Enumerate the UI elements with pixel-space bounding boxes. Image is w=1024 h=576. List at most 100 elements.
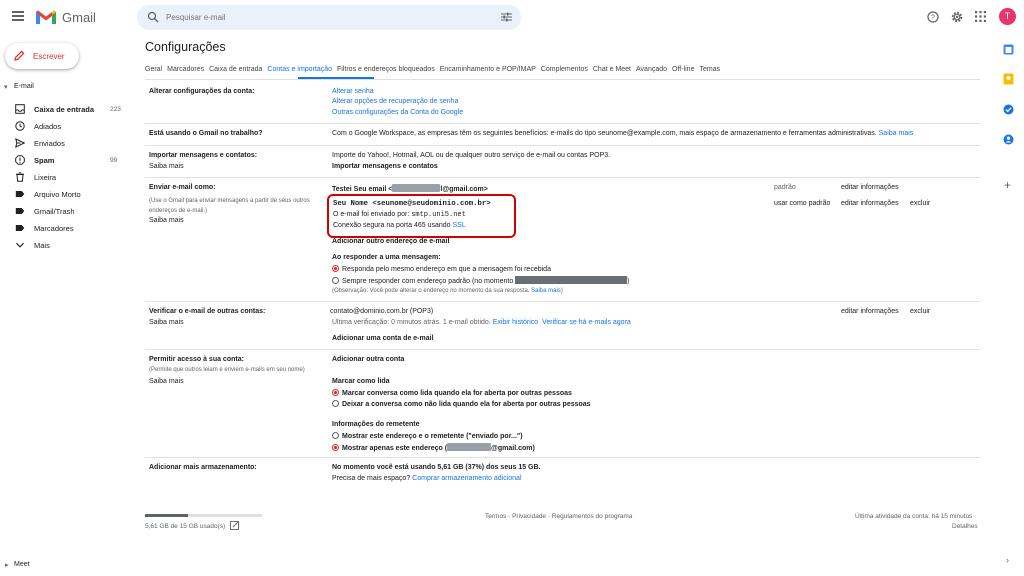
open-external-icon[interactable] — [230, 521, 239, 530]
email-section-label[interactable]: E-mail — [14, 83, 34, 90]
show-only-address-option[interactable]: Mostrar apenas este endereço (@gmail.com… — [332, 443, 535, 452]
clock-icon — [15, 121, 25, 133]
view-history-link[interactable]: Exibir histórico — [493, 319, 539, 326]
sidebar-item-caixa-de-entrada[interactable]: Caixa de entrada 223 — [0, 103, 128, 119]
add-mail-account-link[interactable]: Adicionar uma conta de e-mail — [332, 335, 434, 342]
radio-unselected[interactable] — [332, 277, 339, 284]
need-more-space: Precisa de mais espaço? Comprar armazena… — [332, 475, 522, 482]
sidebar-item-adiados[interactable]: Adiados — [0, 120, 128, 136]
tab-off-line[interactable]: Off-line — [672, 66, 694, 73]
show-address-and-sender-option[interactable]: Mostrar este endereço e o remetente ("en… — [332, 432, 523, 440]
radio-unselected[interactable] — [332, 400, 339, 407]
sidebar-item-lixeira[interactable]: Lixeira — [0, 171, 128, 187]
contacts-icon[interactable] — [1003, 134, 1014, 145]
check-mail-label: Verificar o e-mail de outras contas: — [149, 308, 266, 315]
edit-pop3-link[interactable]: editar informações — [841, 308, 899, 315]
send-icon — [15, 138, 26, 150]
add-another-account-link[interactable]: Adicionar outra conta — [332, 356, 404, 363]
keep-icon[interactable] — [1003, 73, 1014, 85]
radio-selected[interactable] — [332, 265, 339, 272]
sidebar-item-enviados[interactable]: Enviados — [0, 137, 128, 153]
search-icon[interactable] — [147, 11, 159, 23]
storage-label: Adicionar mais armazenamento: — [149, 464, 257, 471]
sidebar-item-label: Spam — [34, 156, 55, 165]
meet-caret-icon[interactable]: ▸ — [5, 561, 9, 569]
section-divider — [145, 145, 980, 146]
gmail-logo-icon[interactable] — [35, 9, 57, 25]
sidebar-item-label: Enviados — [34, 139, 65, 148]
edit-secondary-account-link[interactable]: editar informações — [841, 200, 899, 207]
section-divider — [145, 123, 980, 124]
add-addon-icon[interactable]: + — [1004, 178, 1011, 192]
sidebar-item-spam[interactable]: Spam 99 — [0, 154, 128, 170]
tab-filtros-e-enderecos-bloqueados[interactable]: Filtros e endereços bloqueados — [337, 66, 435, 73]
radio-selected[interactable] — [332, 389, 339, 396]
tasks-icon[interactable] — [1003, 104, 1014, 115]
reply-note-learn-more-link[interactable]: Saiba mais — [531, 288, 561, 294]
tab-marcadores[interactable]: Marcadores — [167, 66, 204, 73]
import-label: Importar mensagens e contatos: — [149, 152, 258, 159]
check-mail-learn-more-link[interactable]: Saiba mais — [149, 319, 184, 326]
sidebar-item-label: Lixeira — [34, 173, 57, 182]
mark-read-option[interactable]: Marcar conversa como lida quando ela for… — [332, 389, 572, 397]
sidebar-item-label: Marcadores — [34, 224, 74, 233]
import-description: Importe do Yahoo!, Hotmail, AOL ou de qu… — [332, 152, 611, 159]
grant-access-learn-more-link[interactable]: Saiba mais — [149, 378, 184, 385]
tab-encaminhamento-e-pop-imap[interactable]: Encaminhamento e POP/IMAP — [440, 66, 536, 73]
email-section-caret-icon[interactable]: ▾ — [4, 83, 8, 91]
reply-option-same-address[interactable]: Responda pelo mesmo endereço em que a me… — [332, 265, 551, 273]
check-now-link[interactable]: Verificar se há e-mails agora — [542, 319, 631, 326]
tab-chat-e-meet[interactable]: Chat e Meet — [593, 66, 631, 73]
edit-primary-account-link[interactable]: editar informações — [841, 184, 899, 191]
account-avatar[interactable]: T — [999, 8, 1016, 25]
reply-note: (Observação: Você pode alterar o endereç… — [332, 288, 563, 294]
main-menu-icon[interactable] — [12, 11, 24, 21]
sidebar-item-count: 99 — [110, 157, 118, 164]
label-icon — [15, 189, 25, 201]
delete-secondary-account-link[interactable]: excluir — [910, 200, 930, 207]
make-default-link[interactable]: usar como padrão — [774, 200, 830, 207]
recovery-options-link[interactable]: Alterar opções de recuperação de senha — [332, 98, 458, 105]
reply-option-default-address[interactable]: Sempre responder com endereço padrão (no… — [332, 276, 630, 285]
calendar-icon[interactable] — [1003, 44, 1014, 55]
search-input[interactable] — [166, 8, 486, 26]
add-another-address-link[interactable]: Adicionar outro endereço de e-mail — [332, 238, 449, 245]
import-mail-contacts-link[interactable]: Importar mensagens e contatos — [332, 163, 438, 170]
change-password-link[interactable]: Alterar senha — [332, 88, 374, 95]
send-as-learn-more-link[interactable]: Saiba mais — [149, 217, 184, 224]
buy-storage-link[interactable]: Comprar armazenamento adicional — [412, 475, 521, 482]
google-account-settings-link[interactable]: Outras configurações da Conta do Google — [332, 109, 463, 116]
send-as-account-primary: Testei Seu email < l@gmail.com> — [332, 184, 488, 193]
delete-pop3-link[interactable]: excluir — [910, 308, 930, 315]
help-icon[interactable]: ? — [927, 11, 939, 23]
meet-section-label[interactable]: Meet — [14, 561, 30, 568]
tab-temas[interactable]: Temas — [699, 66, 720, 73]
expand-panel-chevron-icon[interactable]: › — [1006, 555, 1009, 565]
radio-unselected[interactable] — [332, 432, 339, 439]
default-badge: padrão — [774, 184, 796, 191]
section-divider — [145, 457, 980, 458]
leave-unread-option[interactable]: Deixar a conversa como não lida quando e… — [332, 400, 591, 408]
tab-contas-e-importacao[interactable]: Contas e importação — [267, 66, 332, 73]
grant-access-label: Permitir acesso à sua conta: — [149, 356, 244, 363]
workspace-learn-more-link[interactable]: Saiba mais — [879, 130, 914, 137]
search-options-icon[interactable] — [501, 12, 512, 22]
highlight-box — [327, 194, 516, 238]
gmail-logo-text: Gmail — [62, 10, 96, 25]
radio-selected[interactable] — [332, 444, 339, 451]
tab-avancado[interactable]: Avançado — [636, 66, 667, 73]
sidebar-item-arquivo-morto[interactable]: Arquivo Morto — [0, 188, 128, 204]
sidebar-item-gmail-trash[interactable]: Gmail/Trash — [0, 205, 128, 221]
footer-links[interactable]: Termos · Privacidade · Regulamentos do p… — [485, 513, 632, 520]
activity-details-link[interactable]: Detalhes — [952, 523, 978, 530]
send-as-label: Enviar e-mail como: — [149, 184, 216, 191]
sidebar-item-mais[interactable]: Mais — [0, 239, 128, 255]
tab-complementos[interactable]: Complementos — [541, 66, 588, 73]
apps-grid-icon[interactable] — [975, 11, 986, 22]
pop3-account: contato@dominio.com.br (POP3) — [330, 308, 434, 315]
tab-geral[interactable]: Geral — [145, 66, 162, 73]
tab-caixa-de-entrada[interactable]: Caixa de entrada — [209, 66, 262, 73]
settings-gear-icon[interactable] — [951, 11, 963, 23]
import-learn-more-link[interactable]: Saiba mais — [149, 163, 184, 170]
sidebar-item-marcadores[interactable]: Marcadores — [0, 222, 128, 238]
